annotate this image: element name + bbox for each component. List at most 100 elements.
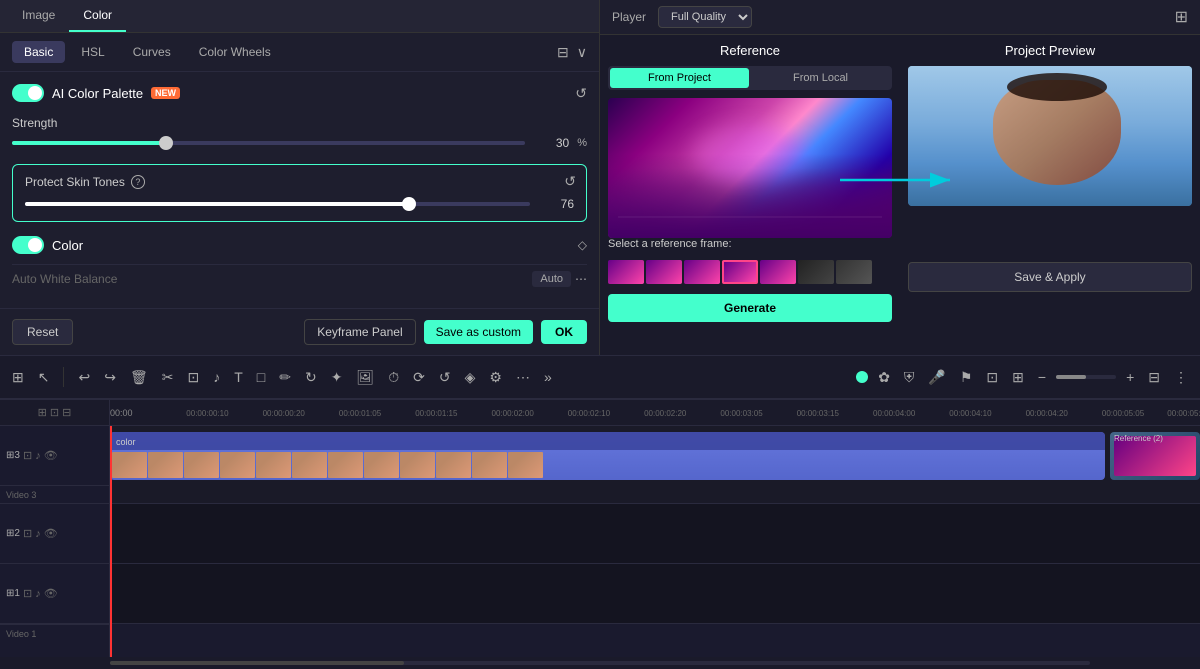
save-as-custom-button[interactable]: Save as custom bbox=[424, 320, 533, 344]
scrollbar-thumb[interactable] bbox=[110, 661, 404, 665]
track-v2-label: ⊞2 ⊡ ♪ 👁 bbox=[0, 504, 109, 564]
strength-slider-track[interactable] bbox=[12, 141, 525, 145]
tool-flag-icon[interactable]: ⚑ bbox=[956, 365, 977, 390]
time-mark-12: 00:00:04:20 bbox=[1026, 409, 1068, 418]
tool-cut-icon[interactable]: ✂ bbox=[158, 365, 178, 390]
frame-thumb-6[interactable] bbox=[798, 260, 834, 284]
tool-clock-icon[interactable]: ⏱ bbox=[384, 365, 403, 390]
tool-crop-icon[interactable]: ⊡ bbox=[183, 365, 203, 390]
tool-grid-icon[interactable]: ⊞ bbox=[8, 365, 28, 390]
protect-reset-icon[interactable]: ↺ bbox=[564, 173, 576, 190]
auto-btn[interactable]: Auto bbox=[532, 271, 571, 287]
tool-rotate-icon[interactable]: ↻ bbox=[301, 365, 321, 390]
generate-button[interactable]: Generate bbox=[608, 294, 892, 322]
zoom-slider[interactable] bbox=[1056, 375, 1116, 379]
clip-frame-1 bbox=[112, 452, 147, 478]
expand-icon[interactable]: ∨ bbox=[577, 44, 587, 61]
protect-slider-track[interactable] bbox=[25, 202, 530, 206]
diamond-icon: ◇ bbox=[578, 238, 587, 252]
from-local-tab[interactable]: From Local bbox=[751, 68, 890, 88]
track-icons-left: ⊞ ⊡ ⊟ bbox=[38, 406, 72, 419]
time-mark-10: 00:00:04:00 bbox=[873, 409, 915, 418]
frame-thumb-1[interactable] bbox=[608, 260, 644, 284]
time-mark-11: 00:00:04:10 bbox=[949, 409, 991, 418]
protect-slider-thumb[interactable] bbox=[402, 197, 416, 211]
clip-frame-9 bbox=[400, 452, 435, 478]
tool-rect-icon[interactable]: □ bbox=[253, 365, 269, 389]
tool-plus-icon[interactable]: + bbox=[1122, 365, 1138, 389]
tool-cursor-icon[interactable]: ↖ bbox=[34, 365, 54, 390]
sub-tab-curves[interactable]: Curves bbox=[121, 41, 183, 63]
frames-row[interactable] bbox=[608, 260, 892, 284]
tool-undo-icon[interactable]: ↩ bbox=[74, 365, 94, 390]
color-toggle[interactable] bbox=[12, 236, 44, 254]
time-marks: 00:00 00:00:00:10 00:00:00:20 00:00:01:0… bbox=[110, 400, 1200, 426]
ok-button[interactable]: OK bbox=[541, 320, 587, 344]
main-color-clip[interactable]: color bbox=[110, 432, 1105, 480]
reference-title: Reference bbox=[608, 43, 892, 58]
quality-select[interactable]: Full Quality bbox=[658, 6, 752, 28]
tool-link-icon[interactable]: ⋯ bbox=[512, 365, 534, 390]
track-v1-icons[interactable]: ⊡ ♪ 👁 bbox=[23, 587, 58, 600]
tool-text-icon[interactable]: T bbox=[230, 365, 247, 389]
tool-fill-icon[interactable]: ◈ bbox=[461, 365, 480, 390]
track-v3-icons[interactable]: ⊡ ♪ 👁 bbox=[23, 449, 58, 462]
tool-more-icon[interactable]: ⋮ bbox=[1170, 365, 1192, 390]
keyframe-panel-button[interactable]: Keyframe Panel bbox=[304, 319, 415, 345]
timeline-scrollbar[interactable] bbox=[0, 657, 1200, 669]
sub-tab-color-wheels[interactable]: Color Wheels bbox=[187, 41, 283, 63]
tool-settings-icon[interactable]: ✿ bbox=[874, 365, 894, 390]
ai-palette-toggle[interactable] bbox=[12, 84, 44, 102]
sub-tab-hsl[interactable]: HSL bbox=[69, 41, 116, 63]
tool-effect-icon[interactable]: ✦ bbox=[327, 365, 347, 390]
strength-value: 30 bbox=[533, 136, 569, 150]
frame-thumb-7[interactable] bbox=[836, 260, 872, 284]
tool-audio-icon[interactable]: ♪ bbox=[209, 365, 224, 389]
tracks-sidebar: ⊞3 ⊡ ♪ 👁 Video 3 ⊞2 ⊡ ♪ 👁 ⊞1 ⊡ ♪ 👁 Video… bbox=[0, 426, 110, 657]
tool-trash-icon[interactable]: 🗑 bbox=[126, 365, 152, 390]
scrollbar-track[interactable] bbox=[110, 661, 1090, 665]
tool-minus-icon[interactable]: − bbox=[1034, 365, 1050, 389]
protect-info-icon[interactable]: ? bbox=[131, 175, 145, 189]
sub-tab-basic[interactable]: Basic bbox=[12, 41, 65, 63]
tool-copy-icon[interactable]: ⊞ bbox=[1008, 365, 1028, 390]
awb-expand-icon[interactable]: ⋯ bbox=[575, 272, 587, 286]
frame-thumb-5[interactable] bbox=[760, 260, 796, 284]
grid-icon[interactable]: ⊞ bbox=[1175, 7, 1188, 27]
frame-thumb-4[interactable] bbox=[722, 260, 758, 284]
new-badge: NEW bbox=[151, 87, 180, 99]
tool-brush-icon[interactable]: ✏ bbox=[275, 365, 295, 390]
tab-color[interactable]: Color bbox=[69, 0, 126, 32]
frame-thumb-3[interactable] bbox=[684, 260, 720, 284]
frame-thumb-2[interactable] bbox=[646, 260, 682, 284]
reference-section: Reference From Project From Local Select… bbox=[600, 35, 900, 355]
layout-icon[interactable]: ⊟ bbox=[557, 44, 569, 61]
tool-redo-icon[interactable]: ↪ bbox=[100, 365, 120, 390]
tool-adjust-icon[interactable]: ⚙ bbox=[485, 365, 506, 390]
tool-screen-icon[interactable]: ⊡ bbox=[982, 365, 1002, 390]
color-label: Color bbox=[52, 238, 83, 253]
ref-clip-label: Reference (2) bbox=[1114, 434, 1163, 443]
tab-image[interactable]: Image bbox=[8, 0, 69, 32]
reference-side-clip[interactable]: Reference (2) bbox=[1110, 432, 1200, 480]
time-mark-8: 00:00:03:05 bbox=[720, 409, 762, 418]
ai-color-palette-row: AI Color Palette NEW ↺ bbox=[12, 84, 587, 102]
time-mark-2: 00:00:00:20 bbox=[263, 409, 305, 418]
track-time-row: ⊞ ⊡ ⊟ 00:00 00:00:00:10 00:00:00:20 00:0… bbox=[0, 400, 1200, 426]
tool-image-icon[interactable]: 🖼 bbox=[352, 365, 378, 390]
save-apply-button[interactable]: Save & Apply bbox=[908, 262, 1192, 292]
tool-chevron-icon[interactable]: » bbox=[540, 365, 556, 389]
time-mark-5: 00:00:02:00 bbox=[492, 409, 534, 418]
reset-button[interactable]: Reset bbox=[12, 319, 73, 345]
awb-label: Auto White Balance bbox=[12, 272, 117, 286]
tool-mic-icon[interactable]: 🎤 bbox=[924, 365, 949, 390]
track-v2-icons[interactable]: ⊡ ♪ 👁 bbox=[23, 527, 58, 540]
ai-reset-icon[interactable]: ↺ bbox=[575, 85, 587, 102]
tool-columns-icon[interactable]: ⊟ bbox=[1144, 365, 1164, 390]
strength-slider-thumb[interactable] bbox=[159, 136, 173, 150]
tool-loop-icon[interactable]: ⟳ bbox=[409, 365, 429, 390]
tool-refresh-icon[interactable]: ↺ bbox=[435, 365, 455, 390]
time-mark-1: 00:00:00:10 bbox=[186, 409, 228, 418]
tool-shield-icon[interactable]: ⛨ bbox=[900, 365, 919, 390]
from-project-tab[interactable]: From Project bbox=[610, 68, 749, 88]
